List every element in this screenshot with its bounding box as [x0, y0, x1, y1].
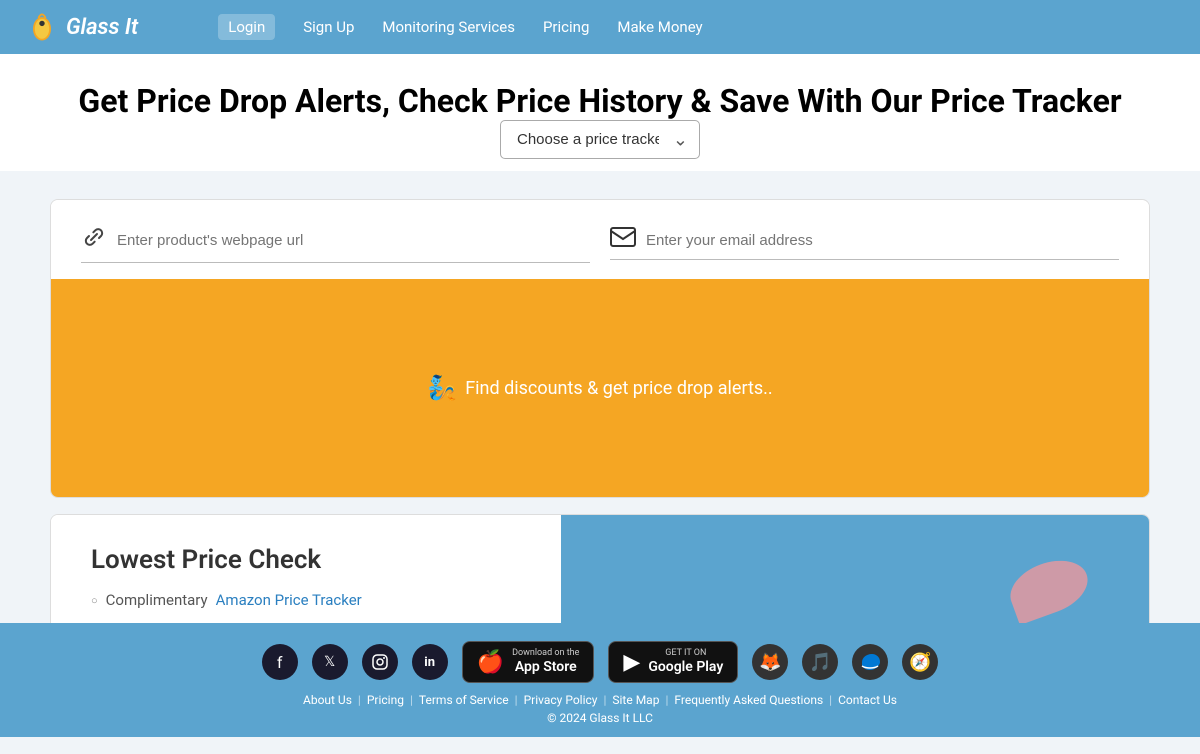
- sitemap-link[interactable]: Site Map: [612, 693, 659, 707]
- logo[interactable]: Glass It: [24, 9, 138, 45]
- lower-title: Lowest Price Check: [91, 545, 521, 575]
- privacy-link[interactable]: Privacy Policy: [524, 693, 598, 707]
- url-input[interactable]: [117, 232, 590, 249]
- email-input[interactable]: [646, 232, 1119, 249]
- hero-section: Get Price Drop Alerts, Check Price Histo…: [0, 54, 1200, 171]
- amazon-link[interactable]: Amazon Price Tracker: [216, 591, 362, 609]
- email-input-group: [610, 227, 1119, 260]
- app-store-badge[interactable]: 🍎 Download on the App Store: [462, 641, 595, 683]
- contact-link[interactable]: Contact Us: [838, 693, 897, 707]
- nav-login[interactable]: Login: [218, 14, 275, 40]
- url-input-group: [81, 224, 590, 263]
- item-label: Complimentary: [106, 591, 208, 609]
- hero-title: Get Price Drop Alerts, Check Price Histo…: [20, 82, 1180, 120]
- copyright: © 2024 Glass It LLC: [20, 711, 1180, 725]
- instagram-icon[interactable]: [362, 644, 398, 680]
- decorative-shape: [1003, 551, 1095, 625]
- email-icon: [610, 227, 636, 253]
- promo-label: Find discounts & get price drop alerts..: [465, 378, 772, 399]
- linkedin-icon[interactable]: in: [412, 644, 448, 680]
- link-icon: [81, 224, 107, 256]
- main-card: 🧞 Find discounts & get price drop alerts…: [50, 199, 1150, 498]
- nav-monitoring[interactable]: Monitoring Services: [382, 18, 515, 36]
- edge-icon[interactable]: [852, 644, 888, 680]
- safari-icon[interactable]: 🧭: [902, 644, 938, 680]
- orange-promo-section: 🧞 Find discounts & get price drop alerts…: [51, 279, 1149, 497]
- cards-area: 🧞 Find discounts & get price drop alerts…: [0, 171, 1200, 644]
- price-tracker-dropdown-wrapper[interactable]: Choose a price tracker Amazon eBay Walma…: [500, 120, 700, 159]
- price-tracker-dropdown[interactable]: Choose a price tracker Amazon eBay Walma…: [500, 120, 700, 159]
- pricing-link[interactable]: Pricing: [367, 693, 404, 707]
- app-store-label: Download on the App Store: [512, 648, 579, 676]
- opera-icon[interactable]: 🎵: [802, 644, 838, 680]
- google-play-badge[interactable]: ▶ GET IT ON Google Play: [608, 641, 738, 683]
- genie-emoji: 🧞: [427, 374, 457, 402]
- twitter-icon[interactable]: 𝕏: [312, 644, 348, 680]
- nav-signup[interactable]: Sign Up: [303, 18, 354, 36]
- about-us-link[interactable]: About Us: [303, 693, 352, 707]
- input-row: [51, 200, 1149, 279]
- footer: f 𝕏 in 🍎 Download on the App Store ▶ GET…: [0, 623, 1200, 737]
- terms-link[interactable]: Terms of Service: [419, 693, 509, 707]
- lower-list: Complimentary Amazon Price Tracker: [91, 591, 521, 609]
- nav-pricing[interactable]: Pricing: [543, 18, 589, 36]
- facebook-icon[interactable]: f: [262, 644, 298, 680]
- list-item: Complimentary Amazon Price Tracker: [91, 591, 521, 609]
- footer-links: About Us | Pricing | Terms of Service | …: [20, 693, 1180, 707]
- main-nav: Login Sign Up Monitoring Services Pricin…: [218, 14, 702, 40]
- firefox-icon[interactable]: 🦊: [752, 644, 788, 680]
- faq-link[interactable]: Frequently Asked Questions: [674, 693, 823, 707]
- footer-icons: f 𝕏 in 🍎 Download on the App Store ▶ GET…: [20, 641, 1180, 683]
- google-play-label: GET IT ON Google Play: [648, 648, 723, 676]
- logo-text: Glass It: [66, 15, 138, 40]
- promo-text: 🧞 Find discounts & get price drop alerts…: [427, 374, 772, 402]
- nav-make-money[interactable]: Make Money: [617, 18, 702, 36]
